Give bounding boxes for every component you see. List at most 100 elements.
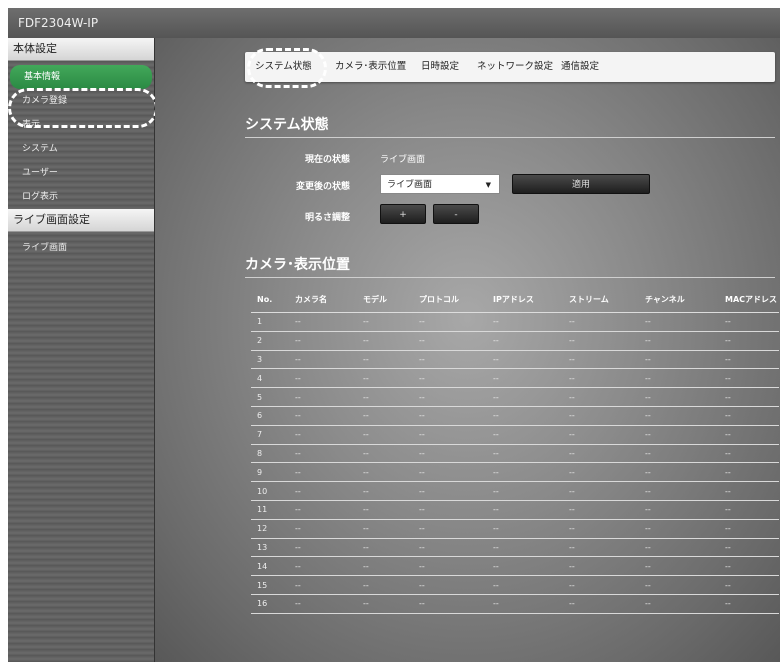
row-cell-empty: -- xyxy=(289,368,357,389)
table-row[interactable]: 6 -- -- -- -- -- -- -- xyxy=(251,406,779,426)
sidebar-item-basic-info[interactable]: 基本情報 xyxy=(10,65,152,89)
table-row[interactable]: 10 -- -- -- -- -- -- -- xyxy=(251,481,779,501)
row-number: 8 xyxy=(251,444,289,464)
table-row[interactable]: 5 -- -- -- -- -- -- -- xyxy=(251,387,779,407)
row-cell-empty: -- xyxy=(357,481,413,501)
new-state-select[interactable]: ライブ画面 ▼ xyxy=(380,174,500,194)
row-cell-empty: -- xyxy=(563,425,639,445)
row-cell-empty: -- xyxy=(289,312,357,332)
table-row[interactable]: 15 -- -- -- -- -- -- -- xyxy=(251,575,779,595)
row-cell-empty: -- xyxy=(563,368,639,389)
row-cell-empty: -- xyxy=(719,331,779,351)
brightness-plus-button[interactable]: + xyxy=(380,204,426,224)
row-number: 12 xyxy=(251,519,289,539)
row-cell-empty: -- xyxy=(639,500,719,520)
camera-position-heading: カメラ･表示位置 xyxy=(245,254,775,278)
table-row[interactable]: 1 -- -- -- -- -- -- -- xyxy=(251,312,779,332)
table-row[interactable]: 3 -- -- -- -- -- -- -- xyxy=(251,350,779,370)
row-cell-empty: -- xyxy=(719,312,779,332)
table-row[interactable]: 11 -- -- -- -- -- -- -- xyxy=(251,500,779,520)
row-cell-empty: -- xyxy=(289,481,357,501)
row-cell-empty: -- xyxy=(563,350,639,370)
row-cell-empty: -- xyxy=(413,538,487,558)
row-cell-empty: -- xyxy=(719,462,779,483)
row-cell-empty: -- xyxy=(357,594,413,614)
sidebar-item-live-screen[interactable]: ライブ画面 xyxy=(8,236,154,260)
row-number: 7 xyxy=(251,425,289,445)
row-number: 4 xyxy=(251,368,289,389)
row-cell-empty: -- xyxy=(639,481,719,501)
table-row[interactable]: 2 -- -- -- -- -- -- -- xyxy=(251,331,779,351)
row-cell-empty: -- xyxy=(487,350,563,370)
row-cell-empty: -- xyxy=(413,575,487,595)
row-cell-empty: -- xyxy=(357,312,413,332)
sidebar-item-log[interactable]: ログ表示 xyxy=(8,185,154,209)
row-cell-empty: -- xyxy=(357,500,413,520)
table-row[interactable]: 13 -- -- -- -- -- -- -- xyxy=(251,538,779,558)
sidebar-item-camera-register[interactable]: カメラ登録 xyxy=(8,89,154,113)
sidebar-section-live-settings[interactable]: ライブ画面設定 xyxy=(8,209,154,232)
row-number: 1 xyxy=(251,312,289,332)
table-row[interactable]: 7 -- -- -- -- -- -- -- xyxy=(251,425,779,445)
new-state-label: 変更後の状態 xyxy=(295,182,350,192)
row-cell-empty: -- xyxy=(357,406,413,426)
new-state-select-value: ライブ画面 xyxy=(387,180,433,190)
row-cell-empty: -- xyxy=(563,481,639,501)
row-cell-empty: -- xyxy=(487,556,563,577)
tab-datetime[interactable]: 日時設定 xyxy=(421,52,459,82)
table-row[interactable]: 16 -- -- -- -- -- -- -- xyxy=(251,594,779,614)
table-row[interactable]: 4 -- -- -- -- -- -- -- xyxy=(251,368,779,389)
table-row[interactable]: 8 -- -- -- -- -- -- -- xyxy=(251,444,779,464)
row-cell-empty: -- xyxy=(639,594,719,614)
row-cell-empty: -- xyxy=(639,406,719,426)
row-cell-empty: -- xyxy=(639,312,719,332)
row-cell-empty: -- xyxy=(413,312,487,332)
tab-camera-position[interactable]: カメラ･表示位置 xyxy=(335,52,406,82)
row-cell-empty: -- xyxy=(639,556,719,577)
col-protocol: プロトコル xyxy=(413,286,487,313)
row-cell-empty: -- xyxy=(357,444,413,464)
row-cell-empty: -- xyxy=(289,425,357,445)
row-cell-empty: -- xyxy=(719,444,779,464)
row-cell-empty: -- xyxy=(719,481,779,501)
col-mac: MACアドレス xyxy=(719,286,779,313)
row-cell-empty: -- xyxy=(289,462,357,483)
row-cell-empty: -- xyxy=(487,594,563,614)
table-row[interactable]: 12 -- -- -- -- -- -- -- xyxy=(251,519,779,539)
apply-button[interactable]: 適用 xyxy=(512,174,650,194)
tab-communication[interactable]: 通信設定 xyxy=(561,52,599,82)
sidebar-item-user[interactable]: ユーザー xyxy=(8,161,154,185)
row-cell-empty: -- xyxy=(357,575,413,595)
row-cell-empty: -- xyxy=(719,368,779,389)
main-panel: システム状態 カメラ･表示位置 日時設定 ネットワーク設定 通信設定 システム状… xyxy=(155,38,780,662)
table-row[interactable]: 14 -- -- -- -- -- -- -- xyxy=(251,556,779,577)
row-cell-empty: -- xyxy=(563,387,639,407)
row-cell-empty: -- xyxy=(719,575,779,595)
camera-table: No. カメラ名 モデル プロトコル IPアドレス ストリーム チャンネル MA… xyxy=(251,286,779,614)
app-title: FDF2304W-IP xyxy=(8,8,780,38)
row-cell-empty: -- xyxy=(639,387,719,407)
row-cell-empty: -- xyxy=(563,556,639,577)
row-cell-empty: -- xyxy=(413,444,487,464)
brightness-minus-button[interactable]: - xyxy=(433,204,479,224)
sidebar-section-main-settings[interactable]: 本体設定 xyxy=(8,38,154,61)
current-state-value: ライブ画面 xyxy=(380,155,426,165)
row-cell-empty: -- xyxy=(487,425,563,445)
row-cell-empty: -- xyxy=(413,350,487,370)
row-cell-empty: -- xyxy=(413,387,487,407)
row-cell-empty: -- xyxy=(413,406,487,426)
row-cell-empty: -- xyxy=(563,312,639,332)
row-cell-empty: -- xyxy=(487,462,563,483)
row-cell-empty: -- xyxy=(487,500,563,520)
table-row[interactable]: 9 -- -- -- -- -- -- -- xyxy=(251,462,779,483)
row-cell-empty: -- xyxy=(357,538,413,558)
row-cell-empty: -- xyxy=(563,594,639,614)
sidebar-item-system[interactable]: システム xyxy=(8,137,154,161)
tab-network[interactable]: ネットワーク設定 xyxy=(477,52,553,82)
sidebar-item-display[interactable]: 表示 xyxy=(8,113,154,137)
row-cell-empty: -- xyxy=(289,406,357,426)
row-cell-empty: -- xyxy=(289,500,357,520)
row-cell-empty: -- xyxy=(487,519,563,539)
row-cell-empty: -- xyxy=(289,444,357,464)
row-number: 15 xyxy=(251,575,289,595)
